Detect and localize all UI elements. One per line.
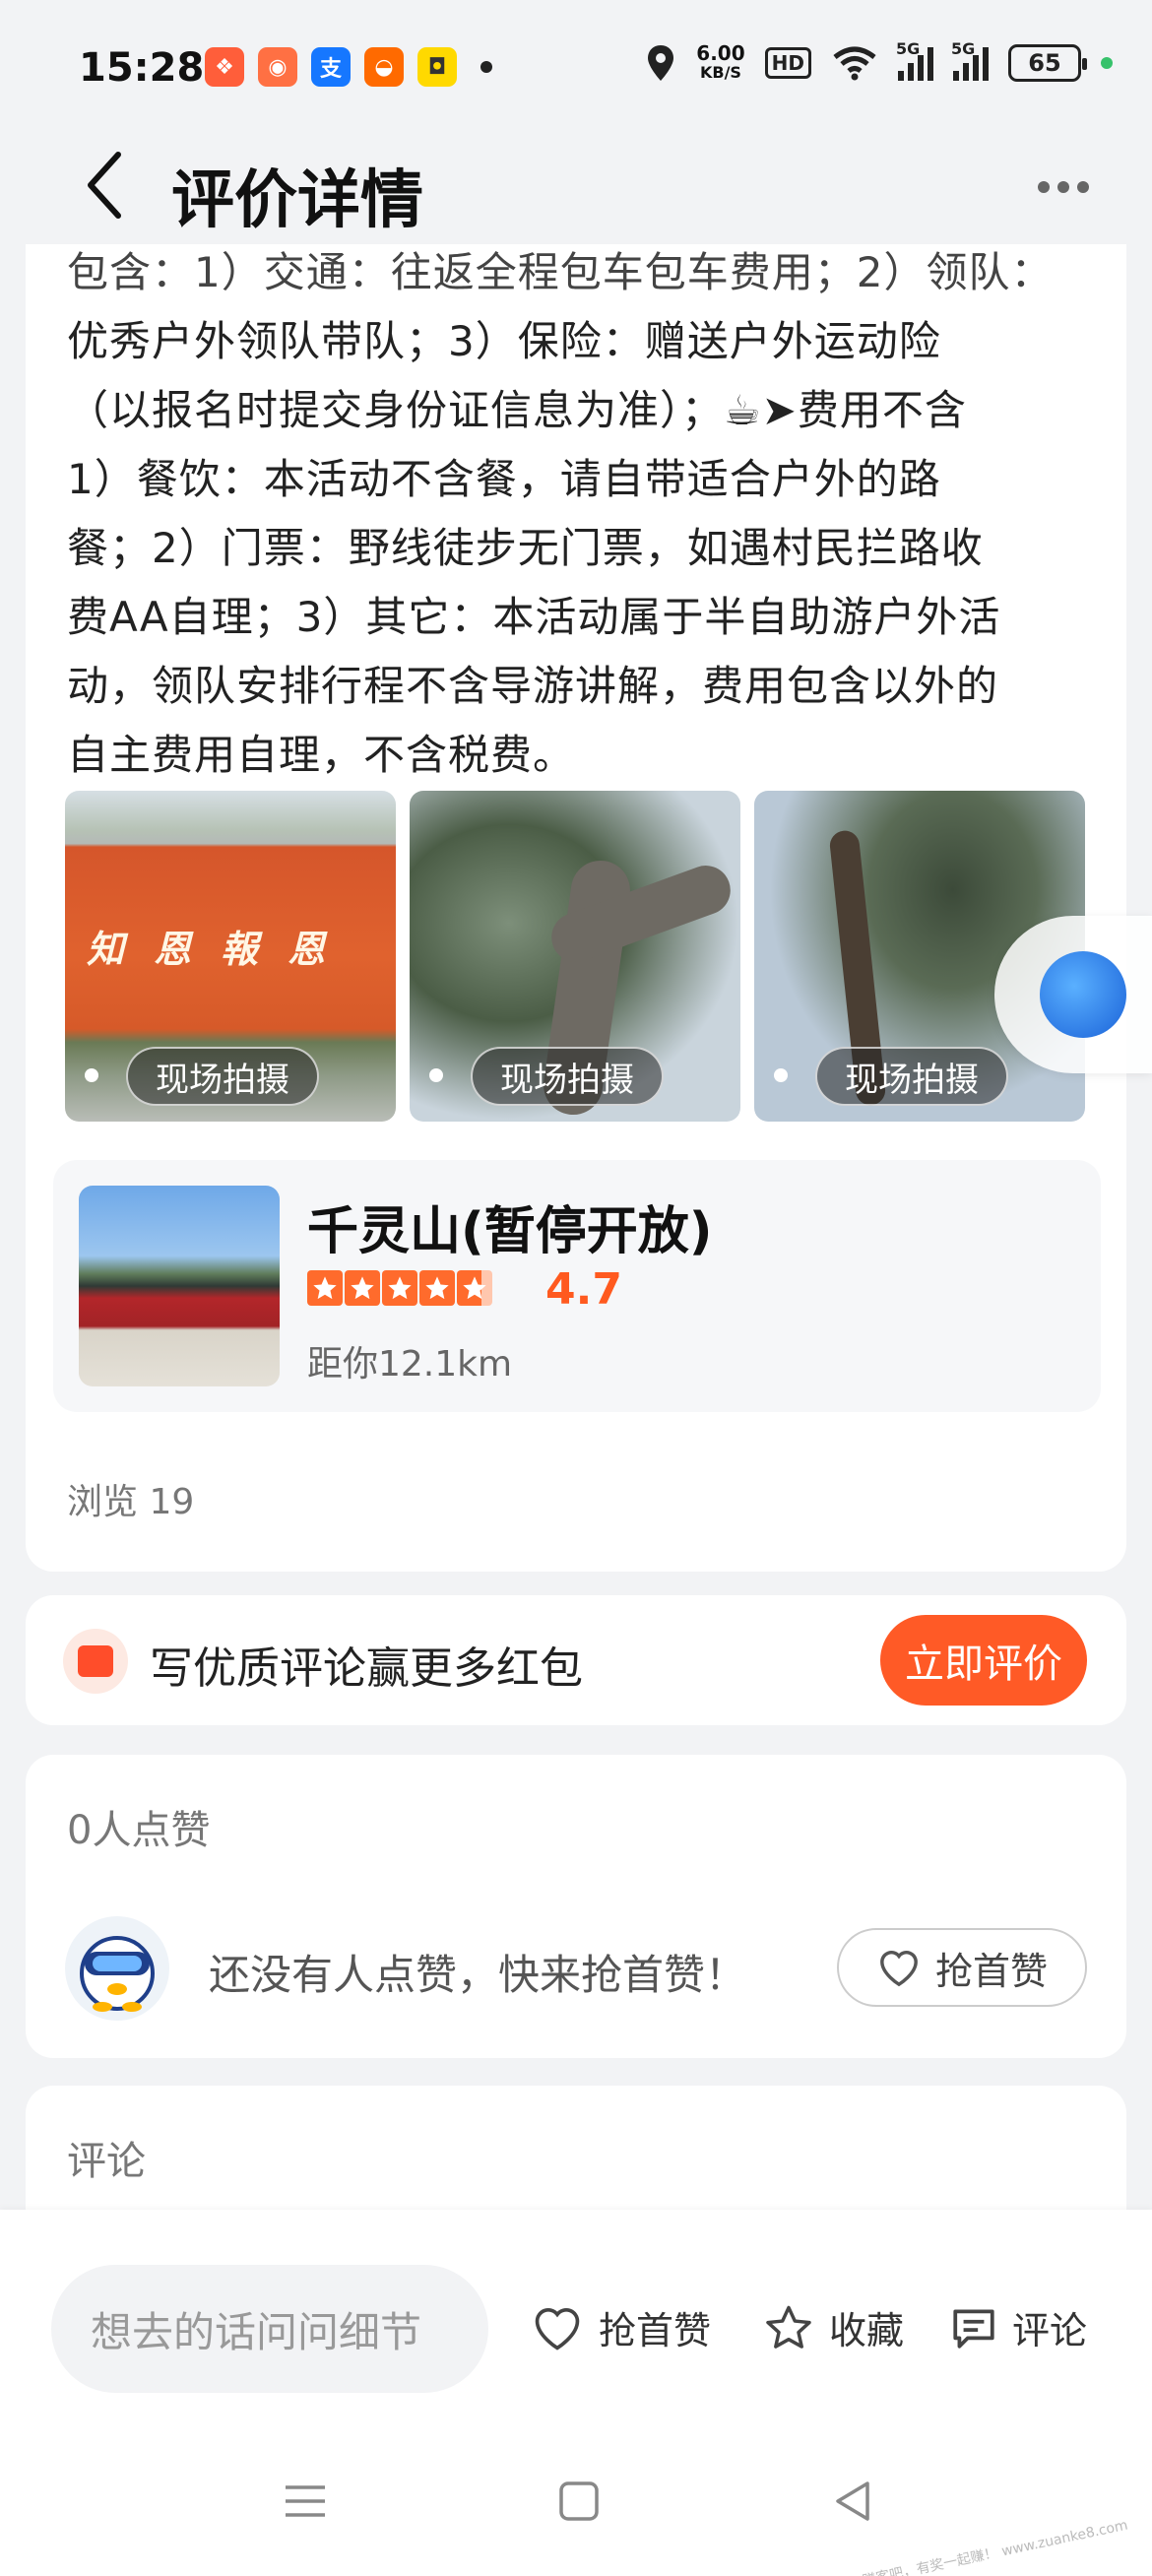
star-icon [382,1270,417,1306]
comment-button[interactable]: 评论 [949,2300,1087,2354]
battery-icon: 65 [1008,44,1087,82]
likes-empty-message: 还没有人点赞，快来抢首赞！ [209,1951,747,1999]
review-photos: 知恩報恩 现场拍摄 现场拍摄 现场拍摄 [65,791,1085,1122]
wifi-icon [833,46,876,81]
more-dot-icon [1057,181,1069,193]
network-speed: 6.00 KB/S [696,43,744,83]
back-arrow-icon [88,152,121,219]
network-speed-unit: KB/S [699,63,741,82]
system-icons: 6.00 KB/S HD 5G 5G 65 [645,39,1113,83]
review-line: 优秀户外领队带队；3）保险：赠送户外运动险 [67,317,941,365]
signal-icon-sim1: 5G [896,39,933,81]
photo-tag: 现场拍摄 [126,1047,319,1106]
poi-name: 千灵山(暂停开放) [307,1202,713,1261]
back-button[interactable] [65,136,144,234]
review-line: 餐；2）门票：野线徒步无门票，如遇村民拦路收 [67,524,984,572]
game-icon: ◉ [258,47,297,87]
likes-section: 0人点赞 还没有人点赞，快来抢首赞！ 抢首赞 [26,1755,1126,2058]
poi-rating-stars [307,1270,492,1306]
heart-icon [535,2307,580,2351]
xianyu-icon: ◘ [417,47,457,87]
photo-dot-icon [85,1068,98,1082]
home-square-icon [559,2481,599,2521]
review-photo[interactable]: 现场拍摄 [410,791,740,1122]
bottom-action-bar: 想去的话问问细节 抢首赞 收藏 评论 [0,2210,1152,2418]
favorite-label: 收藏 [829,2309,905,2352]
taobao-icon: ◒ [364,47,404,87]
star-outline-icon [766,2305,811,2349]
first-like-button[interactable]: 抢首赞 [837,1928,1087,2007]
likes-count: 0人点赞 [67,1808,211,1853]
half-star-icon [457,1270,492,1306]
red-packet-icon [63,1629,128,1694]
like-action-label: 抢首赞 [599,2309,712,2352]
signal-2-label: 5G [951,39,976,58]
location-icon [648,45,674,81]
alipay-icon: 支 [311,47,351,87]
recent-apps-button[interactable] [266,2462,345,2541]
more-dot-icon [1077,181,1089,193]
penguin-mascot-icon [80,1936,155,2012]
promo-text: 写优质评论赢更多红包 [150,1643,583,1694]
photo-dot-icon [774,1068,788,1082]
menu-icon [286,2485,325,2517]
poi-rating-score: 4.7 [545,1264,622,1315]
signal-1-label: 5G [896,39,921,58]
network-speed-value: 6.00 [696,41,745,65]
comment-label: 评论 [1012,2309,1088,2352]
more-options-button[interactable] [1014,158,1113,217]
app-notification-icon: ❖ [205,47,244,87]
photo-tag: 现场拍摄 [815,1047,1008,1106]
comment-icon [953,2308,994,2349]
photo-tag: 现场拍摄 [471,1047,664,1106]
comments-title: 评论 [67,2139,146,2184]
home-button[interactable] [540,2462,618,2541]
heart-icon [880,1951,918,1987]
photo-dot-icon [429,1068,443,1082]
review-line: 动，领队安排行程不含导游讲解，费用包含以外的 [67,662,999,710]
review-line: 自主费用自理，不含税费。 [67,731,576,779]
nav-bar: 评价详情 [0,128,1152,246]
star-icon [345,1270,380,1306]
assistant-icon [1040,951,1126,1038]
review-line: 包含：1）交通：往返全程包车包车费用；2）领队： [67,248,1054,296]
page-title: 评价详情 [171,164,423,237]
privacy-indicator-dot [1101,57,1113,69]
poi-distance: 距你12.1km [307,1344,513,1385]
poi-thumbnail [79,1186,280,1386]
signal-icon-sim2: 5G [951,39,989,81]
status-time: 15:28 [79,45,205,91]
review-line: （以报名时提交身份证信息为准）；☕➤费用不含 [67,386,967,434]
more-notifications-dot [480,61,492,73]
photo-sign-text: 知恩報恩 [87,927,355,971]
star-icon [307,1270,343,1306]
back-triangle-icon [836,2481,869,2521]
ask-details-input[interactable]: 想去的话问问细节 [51,2265,488,2393]
promo-banner: 写优质评论赢更多红包 立即评价 [26,1595,1126,1725]
write-review-button[interactable]: 立即评价 [880,1615,1087,1706]
review-line: 1）餐饮：本活动不含餐，请自带适合户外的路 [67,455,941,503]
review-line: 费AA自理；3）其它：本活动属于半自助游户外活 [67,593,1001,641]
like-action-button[interactable]: 抢首赞 [530,2300,711,2354]
watermark: 赚客吧，有奖一起赚！ www.zuanke8.com [861,2517,1129,2576]
review-card: 包含：1）交通：往返全程包车包车费用；2）领队： 优秀户外领队带队；3）保险：赠… [26,244,1126,1572]
status-bar: 15:28 ❖ ◉ 支 ◒ ◘ 6.00 KB/S HD 5G 5G 65 [0,0,1152,138]
review-photo[interactable]: 知恩報恩 现场拍摄 [65,791,396,1122]
review-text: 包含：1）交通：往返全程包车包车费用；2）领队： 优秀户外领队带队；3）保险：赠… [67,244,1101,790]
mascot-avatar [65,1916,169,2021]
system-back-button[interactable] [813,2462,892,2541]
poi-card[interactable]: 千灵山(暂停开放) 4.7 距你12.1km [53,1160,1101,1412]
hd-voice-icon: HD [764,47,811,79]
system-navigation-bar: 赚客吧，有奖一起赚！ www.zuanke8.com [0,2418,1152,2576]
first-like-label: 抢首赞 [934,1949,1048,1993]
star-icon [419,1270,455,1306]
notification-icons: ❖ ◉ 支 ◒ ◘ [205,47,492,87]
view-count: 浏览 19 [67,1482,195,1522]
battery-level: 65 [1028,49,1061,77]
more-dot-icon [1038,181,1050,193]
floating-assistant-widget[interactable] [994,916,1152,1073]
favorite-button[interactable]: 收藏 [762,2300,904,2354]
